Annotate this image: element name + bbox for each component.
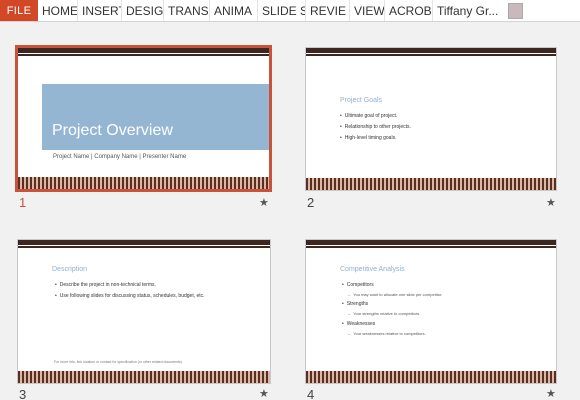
tab-view[interactable]: VIEW [350, 0, 385, 21]
slide-sorter: Project Overview Project Name | Company … [0, 23, 580, 400]
slide-bullet: Relationship to other projects. [340, 124, 411, 130]
tab-home[interactable]: HOME [38, 0, 78, 21]
slide-top-bar [306, 48, 556, 53]
slide-bullet: Strengths [342, 301, 368, 307]
user-name: Tiffany Gr... [437, 3, 499, 18]
slide-heading: Competitive Analysis [340, 266, 405, 273]
slide-title: Project Overview [52, 122, 173, 139]
slide-number-2: 2 [307, 195, 315, 210]
slide-heading: Project Goals [340, 97, 383, 104]
slide-number-3: 3 [19, 387, 27, 400]
slide-bullet: Describe the project in non-technical te… [55, 282, 156, 288]
slide-top-bar-thin [18, 54, 269, 56]
ribbon: FILE HOME INSERT DESIG TRANS ANIMA SLIDE… [0, 0, 580, 22]
tab-insert[interactable]: INSERT [78, 0, 122, 21]
slide-top-bar [18, 48, 269, 53]
tab-review[interactable]: REVIE [306, 0, 350, 21]
slide-top-bar [306, 240, 556, 245]
slide-number-1: 1 [19, 195, 27, 210]
slide-heading: Description [52, 266, 88, 273]
slide-sub-bullet: Your strengths relative to competitors. [348, 311, 420, 316]
user-account[interactable]: Tiffany Gr... [433, 0, 505, 21]
slide-footer-note: For more info, link location or contact … [54, 360, 183, 364]
slide-sub-bullet: You may want to allocate one slide per c… [348, 292, 442, 297]
slide-top-bar-thin [306, 54, 556, 56]
star-icon[interactable]: ★ [259, 387, 269, 400]
avatar[interactable] [508, 3, 523, 19]
slide-bullet: Weaknesses [342, 321, 376, 327]
slide-top-bar-thin [306, 246, 556, 248]
tab-acrobat[interactable]: ACROB [385, 0, 433, 21]
slide-thumbnail-2[interactable]: Project Goals Ultimate goal of project. … [305, 47, 557, 191]
star-icon[interactable]: ★ [546, 196, 556, 209]
tab-design[interactable]: DESIG [122, 0, 164, 21]
slide-bottom-stripes [18, 177, 269, 189]
slide-bullet: Use following slides for discussing stat… [55, 293, 205, 299]
slide-bottom-stripes [306, 371, 556, 383]
title-placeholder: Project Overview [42, 84, 269, 150]
file-tab[interactable]: FILE [0, 0, 38, 21]
slide-thumbnail-1[interactable]: Project Overview Project Name | Company … [15, 45, 272, 192]
slide-bullet: Competitors [342, 282, 374, 288]
star-icon[interactable]: ★ [546, 387, 556, 400]
slide-bottom-stripes [18, 371, 270, 383]
slide-bullet: Ultimate goal of project. [340, 113, 398, 119]
slide-sub-bullet: Your weaknesses relative to competitors. [348, 331, 426, 336]
star-icon[interactable]: ★ [259, 196, 269, 209]
slide-top-bar-thin [18, 246, 270, 248]
slide-bullet: High-level timing goals. [340, 135, 397, 141]
tab-animations[interactable]: ANIMA [210, 0, 258, 21]
slide-bottom-stripes [306, 178, 556, 190]
slide-thumbnail-4[interactable]: Competitive Analysis Competitors You may… [305, 239, 557, 384]
tab-transitions[interactable]: TRANS [164, 0, 210, 21]
slide-number-4: 4 [307, 387, 315, 400]
slide-subtitle: Project Name | Company Name | Presenter … [53, 154, 187, 160]
slide-thumbnail-3[interactable]: Description Describe the project in non-… [17, 239, 271, 384]
tab-slide-show[interactable]: SLIDE S [258, 0, 306, 21]
slide-top-bar [18, 240, 270, 245]
